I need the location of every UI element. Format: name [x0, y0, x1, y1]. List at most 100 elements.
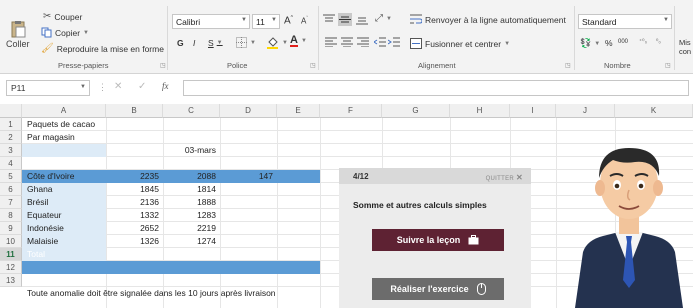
follow-lesson-button[interactable]: Suivre la leçon — [372, 229, 504, 251]
align-left-button[interactable] — [325, 37, 337, 47]
row-header[interactable]: 2 — [0, 131, 22, 144]
column-header[interactable]: I — [510, 104, 556, 118]
cut-button[interactable]: ✂ Couper — [43, 11, 82, 22]
value-cell[interactable] — [220, 183, 275, 196]
column-header[interactable]: K — [615, 104, 693, 118]
header-cell-vendus[interactable]: Vendus — [164, 157, 196, 170]
increase-indent-button[interactable] — [388, 37, 400, 47]
value-cell[interactable]: 1283 — [163, 209, 218, 222]
date-cell[interactable]: 03-mars — [164, 144, 218, 157]
row-header[interactable]: 10 — [0, 235, 22, 248]
quit-button[interactable]: QUITTER ✕ — [486, 173, 523, 182]
font-color-button[interactable]: A ▼ — [290, 35, 307, 47]
paste-button[interactable]: Coller — [6, 20, 30, 49]
percent-style-button[interactable]: % — [605, 38, 613, 48]
header-cell-origine[interactable]: Origine — [25, 157, 56, 170]
value-cell[interactable]: 2088 — [163, 170, 218, 183]
value-cell[interactable]: 1326 — [106, 235, 161, 248]
column-header[interactable]: H — [450, 104, 510, 118]
row-header[interactable]: 9 — [0, 222, 22, 235]
align-top-button[interactable] — [323, 14, 335, 25]
select-all-corner[interactable] — [0, 104, 22, 118]
accounting-format-button[interactable]: 💱 ▼ — [580, 38, 600, 49]
column-header[interactable]: D — [220, 104, 277, 118]
enter-icon[interactable]: ✓ — [138, 81, 146, 92]
increase-decimal-button[interactable]: ⁺⁰₀ — [639, 38, 647, 45]
value-cell[interactable] — [220, 222, 275, 235]
row-header[interactable]: 4 — [0, 157, 22, 170]
conditional-format-button[interactable]: Mis con — [679, 38, 693, 56]
value-cell[interactable]: 1845 — [106, 183, 161, 196]
dialog-launcher-icon[interactable]: ◳ — [160, 62, 166, 69]
align-right-button[interactable] — [357, 37, 369, 47]
value-cell[interactable]: 1888 — [163, 196, 218, 209]
orientation-button[interactable]: ⤢ ▼ — [375, 13, 392, 24]
fill-color-button[interactable]: ▼ — [266, 36, 288, 49]
wrap-text-button[interactable]: Renvoyer à la ligne automatiquement — [410, 14, 566, 25]
value-cell[interactable] — [220, 235, 275, 248]
comma-style-button[interactable]: 000 — [618, 39, 628, 45]
italic-button[interactable]: I — [193, 38, 195, 48]
sheet-title-cell[interactable]: Paquets de cacao — [25, 118, 97, 131]
do-exercise-button[interactable]: Réaliser l'exercice — [372, 278, 504, 300]
total-cell[interactable]: Total — [25, 248, 47, 261]
column-header[interactable]: J — [556, 104, 615, 118]
row-header[interactable]: 12 — [0, 261, 22, 274]
row-header[interactable]: 3 — [0, 144, 22, 157]
column-header[interactable]: G — [382, 104, 450, 118]
name-box[interactable]: P11 ▼ — [6, 80, 90, 96]
column-header[interactable]: B — [106, 104, 163, 118]
grow-font-button[interactable]: A^ — [284, 15, 293, 26]
dialog-launcher-icon[interactable]: ◳ — [310, 62, 316, 69]
row-header[interactable]: 7 — [0, 196, 22, 209]
origin-cell[interactable]: Indonésie — [25, 222, 66, 235]
origin-cell[interactable]: Côte d'Ivoire — [25, 170, 76, 183]
note-cell[interactable]: Toute anomalie doit être signalée dans l… — [25, 287, 278, 300]
cancel-icon[interactable]: ✕ — [114, 81, 122, 92]
row-header[interactable]: 5 — [0, 170, 22, 183]
value-cell[interactable] — [220, 209, 275, 222]
formula-input[interactable] — [183, 80, 689, 96]
value-cell[interactable]: 2219 — [163, 222, 218, 235]
insert-function-icon[interactable]: fx — [162, 81, 169, 91]
row-header[interactable]: 13 — [0, 274, 22, 287]
value-cell[interactable]: 147 — [220, 170, 275, 183]
dialog-launcher-icon[interactable]: ◳ — [665, 62, 671, 69]
decrease-indent-button[interactable] — [374, 37, 386, 47]
shrink-font-button[interactable]: Aˇ — [301, 16, 308, 26]
copy-button[interactable]: Copier ▼ — [41, 27, 89, 38]
decrease-decimal-button[interactable]: ⁰₀ — [656, 38, 661, 45]
align-center-button[interactable] — [341, 37, 353, 47]
header-cell-en-depot[interactable]: En dépôt — [107, 157, 145, 170]
origin-cell[interactable]: Brésil — [25, 196, 50, 209]
align-middle-button[interactable] — [338, 13, 352, 26]
value-cell[interactable]: 1274 — [163, 235, 218, 248]
origin-cell[interactable]: Equateur — [25, 209, 64, 222]
origin-cell[interactable]: Malaisie — [25, 235, 60, 248]
row-header[interactable]: 8 — [0, 209, 22, 222]
bold-button[interactable]: G — [177, 38, 184, 48]
value-cell[interactable]: 1814 — [163, 183, 218, 196]
row-header[interactable]: 6 — [0, 183, 22, 196]
column-header[interactable]: E — [277, 104, 320, 118]
chevron-down-icon[interactable]: ▼ — [83, 30, 89, 36]
number-format-select[interactable]: Standard ▼ — [578, 14, 672, 29]
dialog-launcher-icon[interactable]: ◳ — [565, 62, 571, 69]
borders-button[interactable]: ▼ — [236, 37, 256, 48]
font-size-select[interactable]: 11 ▼ — [252, 14, 280, 29]
underline-button[interactable]: S ▼ — [208, 38, 223, 48]
value-cell[interactable] — [220, 196, 275, 209]
chevron-down-icon[interactable]: ▼ — [80, 84, 86, 90]
column-header[interactable]: C — [163, 104, 220, 118]
align-bottom-button[interactable] — [356, 14, 368, 25]
row-header[interactable]: 1 — [0, 118, 22, 131]
header-cell-percent[interactable]: % — [278, 157, 290, 170]
column-header[interactable]: A — [22, 104, 106, 118]
origin-cell[interactable]: Ghana — [25, 183, 55, 196]
format-painter-button[interactable]: 🖌 Reproduire la mise en forme — [41, 43, 164, 54]
value-cell[interactable]: 1332 — [106, 209, 161, 222]
row-header[interactable]: 11 — [0, 248, 22, 261]
column-header[interactable]: F — [320, 104, 382, 118]
value-cell[interactable]: 2235 — [106, 170, 161, 183]
sheet-subtitle-cell[interactable]: Par magasin — [25, 131, 77, 144]
